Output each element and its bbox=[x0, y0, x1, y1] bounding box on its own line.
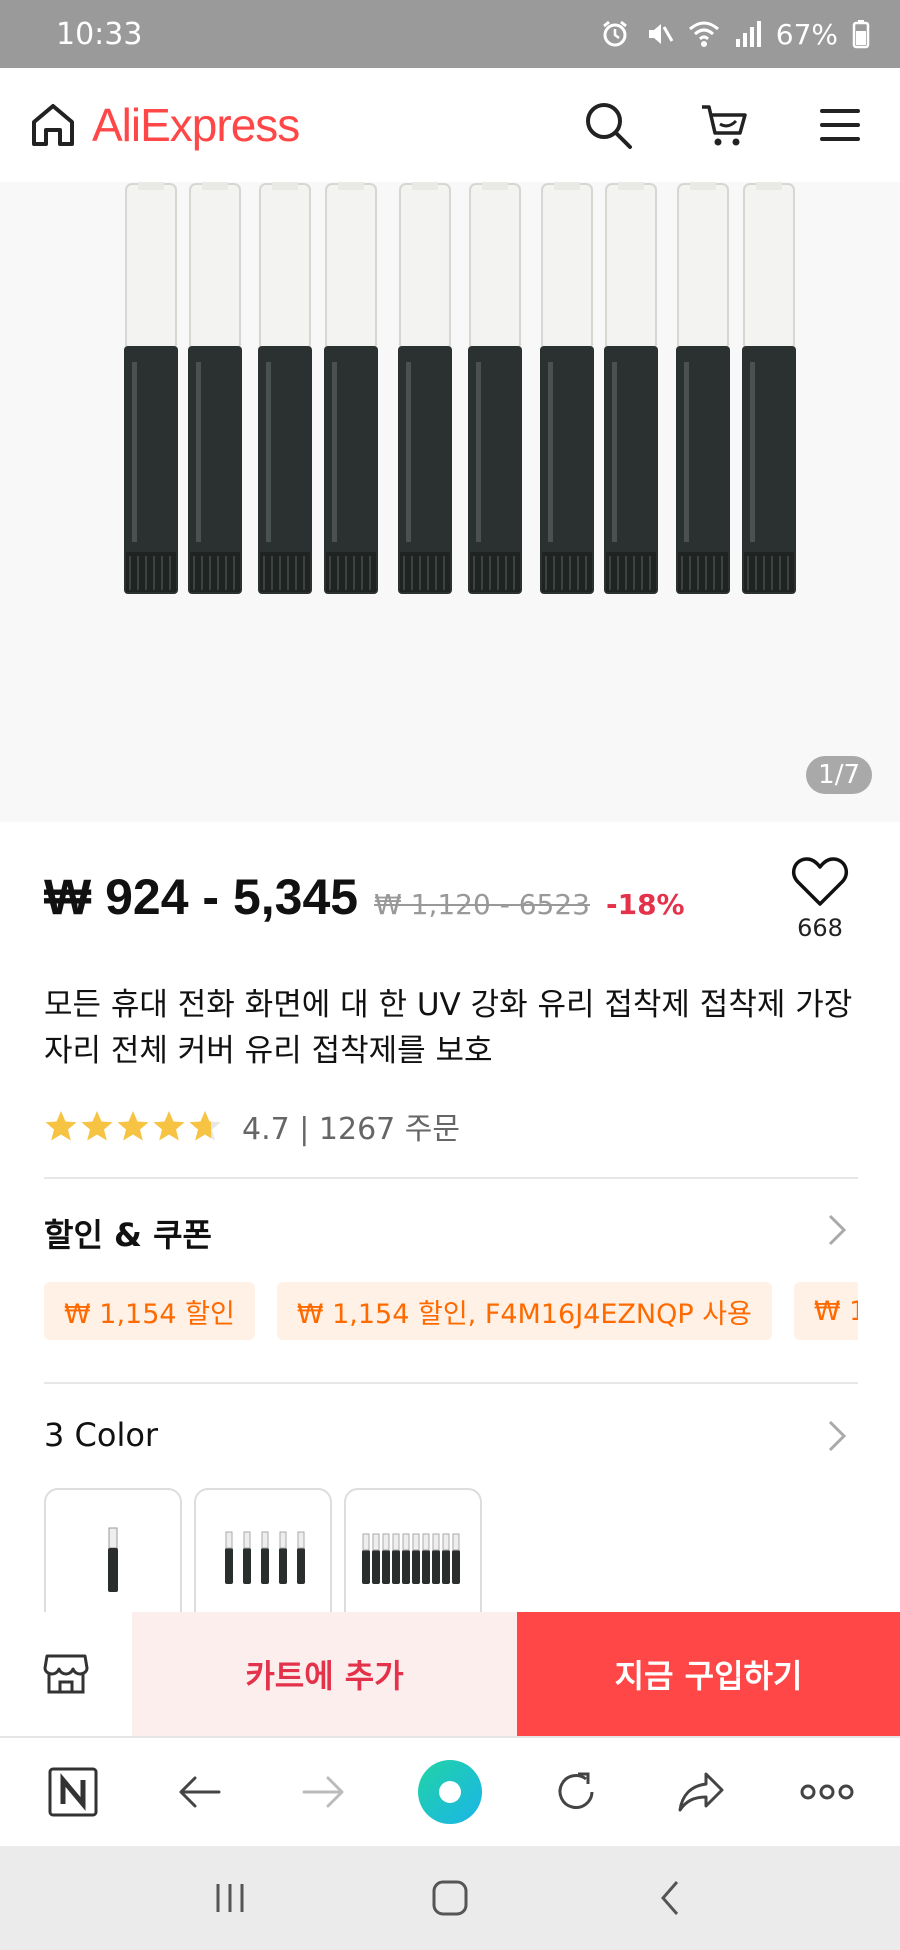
back-button-icon[interactable] bbox=[635, 1863, 705, 1933]
pen-9 bbox=[676, 182, 730, 594]
pen-5 bbox=[398, 182, 452, 594]
five-pens-thumbnail bbox=[225, 1531, 305, 1584]
pen-1 bbox=[124, 182, 178, 594]
coupon-chip[interactable]: ₩ 1, bbox=[793, 1282, 858, 1340]
search-icon[interactable] bbox=[582, 99, 634, 151]
header-actions bbox=[582, 99, 872, 151]
discount-badge: -18% bbox=[605, 888, 685, 921]
product-image[interactable]: 1/7 bbox=[0, 182, 900, 822]
mute-icon bbox=[644, 19, 674, 49]
price-original: ₩ 1,120 - 6523 bbox=[374, 888, 590, 921]
pen-8 bbox=[604, 182, 658, 594]
green-dot-icon[interactable] bbox=[410, 1752, 490, 1832]
share-icon[interactable] bbox=[661, 1752, 741, 1832]
rating-row[interactable]: 4.7 | 1267 주문 bbox=[44, 1104, 460, 1148]
cart-icon[interactable] bbox=[698, 99, 750, 151]
price-row: ₩ 924 - 5,345 ₩ 1,120 - 6523 -18% bbox=[44, 868, 685, 926]
system-navigation bbox=[0, 1846, 900, 1950]
battery-percentage: 67% bbox=[775, 17, 838, 51]
home-button-icon[interactable] bbox=[415, 1863, 485, 1933]
chevron-right-icon[interactable] bbox=[826, 1212, 850, 1248]
star-icon bbox=[117, 1111, 149, 1141]
pens-illustration bbox=[124, 182, 796, 594]
pen-2 bbox=[188, 182, 242, 594]
refresh-icon[interactable] bbox=[536, 1752, 616, 1832]
rating-text: 4.7 | 1267 주문 bbox=[242, 1112, 460, 1147]
chevron-right-icon[interactable] bbox=[826, 1418, 850, 1454]
ten-pens-thumbnail bbox=[362, 1533, 460, 1584]
action-bar: 카트에 추가 지금 구입하기 bbox=[0, 1612, 900, 1736]
pen-7 bbox=[540, 182, 594, 594]
buy-now-button[interactable]: 지금 구입하기 bbox=[517, 1612, 900, 1736]
color-swatch-1[interactable] bbox=[44, 1488, 182, 1628]
color-section-title[interactable]: 3 Color bbox=[44, 1416, 158, 1454]
color-swatch-3[interactable] bbox=[344, 1488, 482, 1628]
wishlist-button[interactable]: 668 bbox=[790, 856, 850, 942]
browser-toolbar bbox=[0, 1736, 900, 1846]
heart-icon bbox=[791, 857, 849, 906]
coupon-chip[interactable]: ₩ 1,154 할인 bbox=[44, 1282, 255, 1340]
pen-6 bbox=[468, 182, 522, 594]
coupon-list: ₩ 1,154 할인 ₩ 1,154 할인, F4M16J4EZNQP 사용 ₩… bbox=[44, 1282, 858, 1340]
add-to-cart-button[interactable]: 카트에 추가 bbox=[132, 1612, 517, 1736]
app-header: AliExpress bbox=[0, 68, 900, 182]
single-pen-thumbnail bbox=[108, 1527, 118, 1592]
pen-4 bbox=[324, 182, 378, 594]
back-arrow-icon[interactable] bbox=[159, 1752, 239, 1832]
status-icons: 67% bbox=[600, 18, 870, 51]
divider bbox=[44, 1382, 858, 1384]
product-title: 모든 휴대 전화 화면에 대 한 UV 강화 유리 접착제 접착제 가장자리 전… bbox=[44, 987, 853, 1069]
wifi-icon bbox=[688, 19, 720, 49]
divider bbox=[44, 1177, 858, 1179]
star-rating bbox=[44, 1109, 222, 1143]
coupon-chip[interactable]: ₩ 1,154 할인, F4M16J4EZNQP 사용 bbox=[276, 1282, 772, 1340]
color-swatches bbox=[44, 1488, 482, 1628]
store-button[interactable] bbox=[0, 1612, 132, 1736]
star-icon bbox=[81, 1111, 113, 1141]
more-icon[interactable] bbox=[787, 1752, 867, 1832]
status-time: 10:33 bbox=[56, 16, 143, 52]
battery-icon bbox=[852, 19, 870, 49]
color-swatch-2[interactable] bbox=[194, 1488, 332, 1628]
home-icon[interactable] bbox=[28, 100, 78, 150]
signal-icon bbox=[734, 19, 762, 49]
brand-logo[interactable]: AliExpress bbox=[92, 98, 300, 152]
wishlist-count: 668 bbox=[797, 914, 843, 942]
price-current: ₩ 924 - 5,345 bbox=[44, 869, 359, 925]
discounts-title[interactable]: 할인 & 쿠폰 bbox=[44, 1210, 212, 1256]
store-icon bbox=[43, 1654, 89, 1694]
star-half-icon bbox=[189, 1111, 221, 1141]
star-icon bbox=[153, 1111, 185, 1141]
recent-apps-icon[interactable] bbox=[195, 1863, 265, 1933]
status-bar: 10:33 67% bbox=[0, 0, 900, 68]
pen-10 bbox=[742, 182, 796, 594]
naver-icon[interactable] bbox=[33, 1752, 113, 1832]
pen-3 bbox=[258, 182, 312, 594]
forward-arrow-icon[interactable] bbox=[284, 1752, 364, 1832]
star-icon bbox=[45, 1111, 77, 1141]
alarm-icon bbox=[600, 19, 630, 49]
menu-icon[interactable] bbox=[814, 99, 866, 151]
image-counter: 1/7 bbox=[806, 756, 872, 794]
